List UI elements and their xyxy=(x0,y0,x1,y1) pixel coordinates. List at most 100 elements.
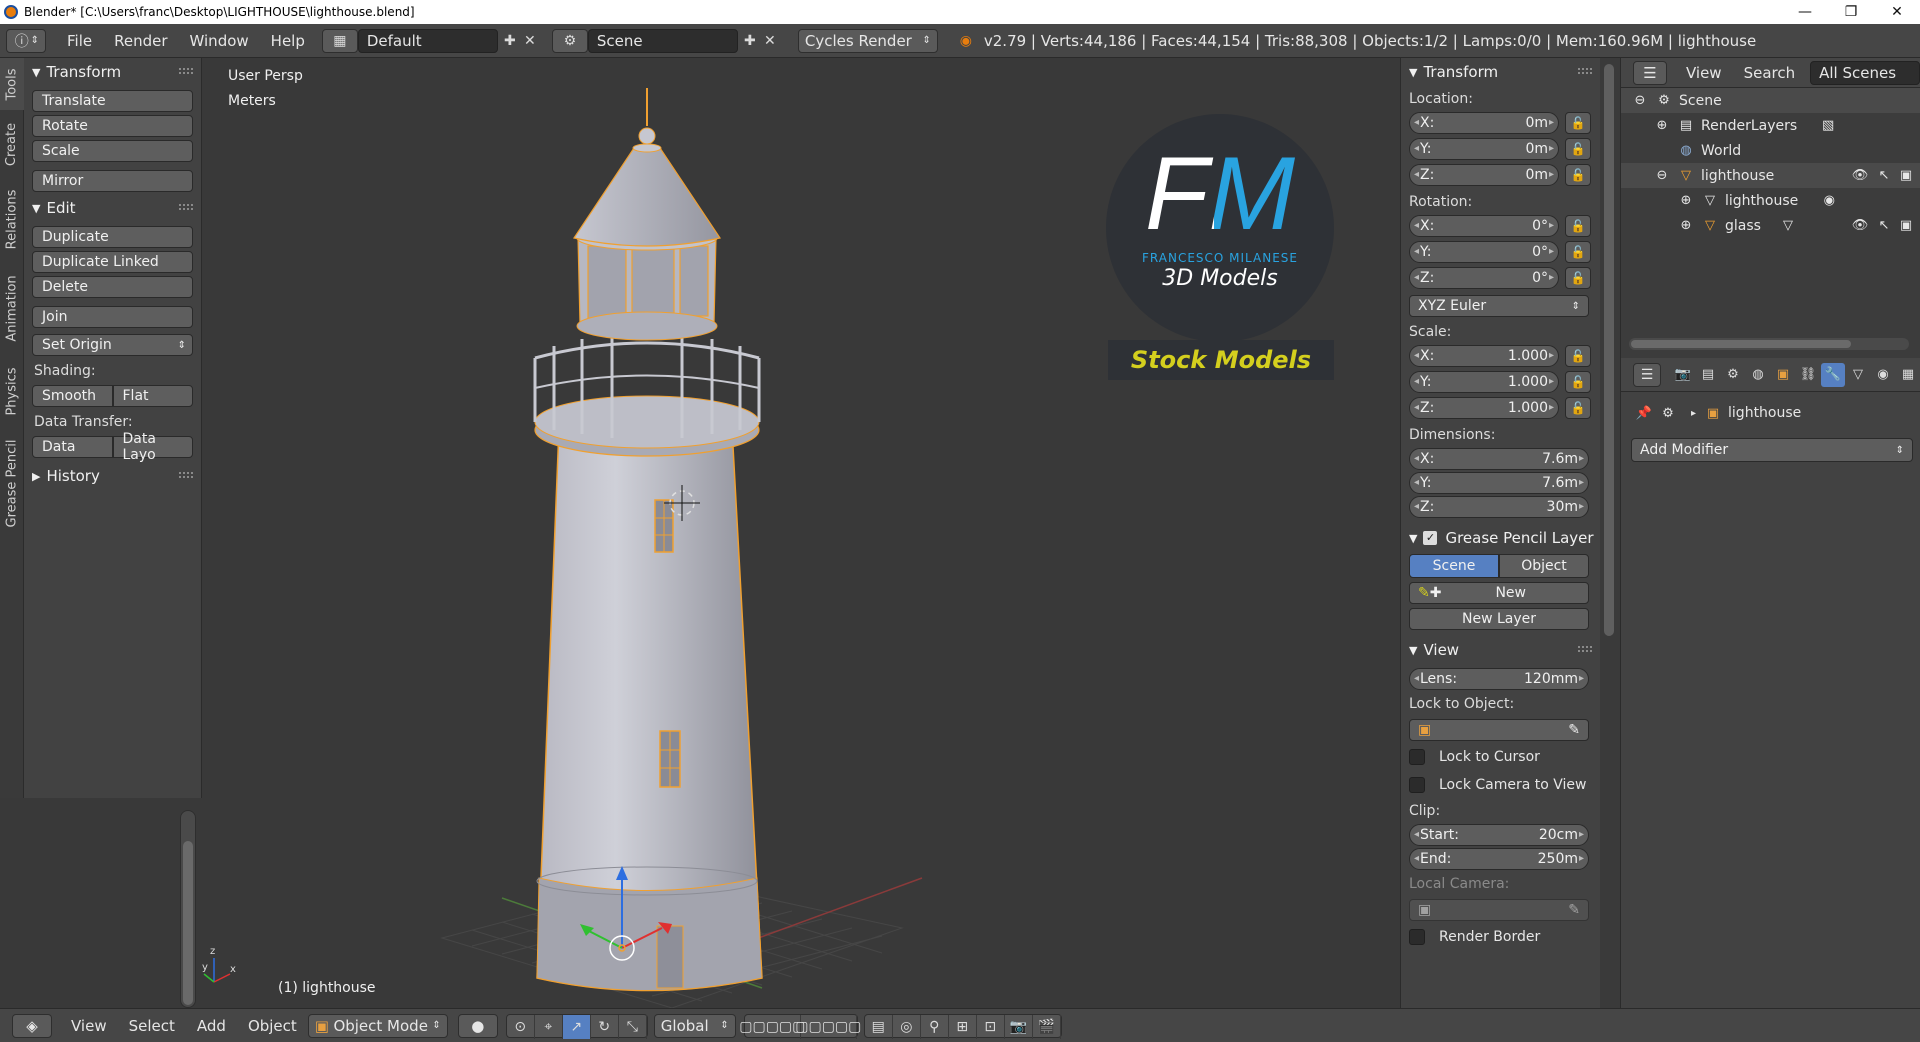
eyedropper-icon[interactable]: ✎ xyxy=(1568,902,1580,918)
screen-layout-browse-button[interactable]: ▦ xyxy=(321,28,358,53)
lock-icon[interactable]: 🔓 xyxy=(1565,215,1591,237)
eyedropper-icon[interactable]: ✎ xyxy=(1568,722,1580,738)
tab-physics[interactable]: Physics xyxy=(0,356,24,426)
outliner-row-lighthouse-object[interactable]: ⊖ ▽ lighthouse 👁 ↖ ▣ xyxy=(1621,163,1920,188)
selectable-cursor-icon[interactable]: ↖ xyxy=(1875,167,1893,185)
clip-start-field[interactable]: ◂ Start: 20cm ▸ xyxy=(1409,824,1589,846)
outliner-row-scene[interactable]: ⊖ ⚙ Scene xyxy=(1621,88,1920,113)
outliner-hscrollbar[interactable] xyxy=(1629,338,1909,350)
constraints-tab-icon[interactable]: ⛓ xyxy=(1796,363,1820,387)
lock-icon[interactable]: 🔓 xyxy=(1565,138,1591,160)
lock-icon[interactable]: 🔓 xyxy=(1565,397,1591,419)
tab-grease-pencil[interactable]: Grease Pencil xyxy=(0,428,24,538)
join-button[interactable]: Join xyxy=(32,306,193,328)
tab-animation[interactable]: Animation xyxy=(0,262,24,354)
layers-row-1-icon[interactable]: ▢▢▢▢▢ xyxy=(739,1014,805,1039)
menu-file[interactable]: File xyxy=(56,32,103,50)
drag-grip-icon[interactable] xyxy=(1578,68,1592,74)
gp-object-toggle[interactable]: Object xyxy=(1499,554,1589,578)
lock-to-object-field[interactable]: ▣ ✎ xyxy=(1409,719,1589,741)
shade-flat-button[interactable]: Flat xyxy=(112,385,193,407)
proportional-edit-icon[interactable]: ◎ xyxy=(893,1014,921,1039)
scale-x-field[interactable]: ◂ X: 1.000 ▸ xyxy=(1409,345,1559,367)
render-layers-tab-icon[interactable]: ▤ xyxy=(1696,363,1720,387)
data-layout-button[interactable]: Data Layo xyxy=(112,431,193,463)
render-border-checkbox[interactable]: Render Border xyxy=(1409,925,1592,949)
opengl-animation-icon[interactable]: 🎬 xyxy=(1033,1014,1061,1039)
modifiers-tab-icon[interactable]: 🔧 xyxy=(1821,362,1845,387)
history-panel-header[interactable]: ▶ History xyxy=(24,464,201,488)
lock-icon[interactable]: 🔓 xyxy=(1565,112,1591,134)
collapse-icon[interactable]: ⊖ xyxy=(1631,92,1649,110)
remove-scene-icon[interactable]: ✕ xyxy=(760,31,780,51)
scene-tab-icon[interactable]: ⚙ xyxy=(1721,363,1745,387)
drag-grip-icon[interactable] xyxy=(179,204,193,210)
snap-target-icon[interactable]: ⊡ xyxy=(977,1014,1005,1039)
location-y-field[interactable]: ◂ Y: 0m ▸ xyxy=(1409,138,1559,160)
remove-layout-icon[interactable]: ✕ xyxy=(520,31,540,51)
snap-toggle-icon[interactable]: ⚲ xyxy=(921,1014,949,1039)
data-tab-icon[interactable]: ▽ xyxy=(1846,363,1870,387)
outliner-row-world[interactable]: ◍ World xyxy=(1621,138,1920,163)
lock-to-cursor-checkbox[interactable]: Lock to Cursor xyxy=(1409,745,1592,769)
texture-tab-icon[interactable]: ▦ xyxy=(1896,363,1920,387)
close-button[interactable]: ✕ xyxy=(1874,0,1920,24)
lock-icon[interactable]: 🔓 xyxy=(1565,241,1591,263)
render-engine-select[interactable]: Cycles Render ⇕ xyxy=(797,28,938,53)
pivot-point-icon[interactable]: ⊙ xyxy=(507,1014,535,1039)
n-transform-header[interactable]: ▼ Transform xyxy=(1401,60,1600,84)
minimize-button[interactable]: — xyxy=(1782,0,1828,24)
edit-panel-header[interactable]: ▼ Edit xyxy=(24,196,201,220)
scale-y-field[interactable]: ◂ Y: 1.000 ▸ xyxy=(1409,371,1559,393)
drag-grip-icon[interactable] xyxy=(179,472,193,478)
sidebar-scrollbar[interactable] xyxy=(1600,58,1620,1008)
render-tab-icon[interactable]: 📷 xyxy=(1671,363,1695,387)
n-view-header[interactable]: ▼ View xyxy=(1401,638,1600,662)
gp-new-button[interactable]: ✎ ✚ New xyxy=(1409,582,1589,604)
lock-layers-icon[interactable]: ▤ xyxy=(865,1014,893,1039)
duplicate-button[interactable]: Duplicate xyxy=(32,226,193,248)
lock-icon[interactable]: 🔓 xyxy=(1565,267,1591,289)
dimension-x-field[interactable]: ◂ X: 7.6m ▸ xyxy=(1409,448,1589,470)
properties-editor-type-button[interactable]: ☰ xyxy=(1633,362,1661,387)
rotation-x-field[interactable]: ◂ X: 0° ▸ xyxy=(1409,215,1559,237)
scrollbar-thumb[interactable] xyxy=(183,841,193,1005)
lock-icon[interactable]: 🔓 xyxy=(1565,164,1591,186)
expand-icon[interactable]: ⊕ xyxy=(1653,117,1671,135)
manipulator-toggle-icon[interactable]: ⌖ xyxy=(535,1014,563,1039)
interaction-mode-select[interactable]: ▣ Object Mode ⇕ xyxy=(307,1013,448,1038)
dimension-y-field[interactable]: ◂ Y: 7.6m ▸ xyxy=(1409,472,1589,494)
add-scene-icon[interactable]: ✚ xyxy=(740,31,760,51)
layers-row-2-icon[interactable]: ▢▢▢▢▢ xyxy=(795,1014,861,1039)
transform-panel-header[interactable]: ▼ Transform xyxy=(24,60,201,84)
outliner-row-renderlayers[interactable]: ⊕ ▤ RenderLayers ▧ xyxy=(1621,113,1920,138)
rotate-manipulator-icon[interactable]: ↻ xyxy=(591,1014,619,1039)
grease-pencil-layer-header[interactable]: ▼ ✓ Grease Pencil Layer xyxy=(1401,526,1600,550)
tool-shelf-scrollbar[interactable] xyxy=(180,810,196,1008)
gp-scene-toggle[interactable]: Scene xyxy=(1409,554,1499,578)
local-camera-field[interactable]: ▣ ✎ xyxy=(1409,899,1589,921)
expand-icon[interactable]: ⊕ xyxy=(1677,217,1695,235)
pin-icon[interactable]: 📌 xyxy=(1635,404,1653,422)
gp-new-layer-button[interactable]: New Layer xyxy=(1409,608,1589,630)
menu-render[interactable]: Render xyxy=(103,32,178,50)
viewport-shading-select[interactable]: ● xyxy=(457,1013,498,1038)
scene-field[interactable]: Scene xyxy=(587,28,738,53)
menu-window[interactable]: Window xyxy=(179,32,260,50)
grease-pencil-checkbox[interactable]: ✓ xyxy=(1423,531,1438,545)
render-camera-icon[interactable]: ▣ xyxy=(1897,217,1915,235)
add-layout-icon[interactable]: ✚ xyxy=(500,31,520,51)
scrollbar-thumb[interactable] xyxy=(1631,340,1851,348)
rotate-button[interactable]: Rotate xyxy=(32,115,193,137)
material-tab-icon[interactable]: ◉ xyxy=(1871,363,1895,387)
outliner-display-mode[interactable]: All Scenes xyxy=(1810,60,1920,85)
scale-button[interactable]: Scale xyxy=(32,140,193,162)
clip-end-field[interactable]: ◂ End: 250m ▸ xyxy=(1409,848,1589,870)
selectable-cursor-icon[interactable]: ↖ xyxy=(1875,217,1893,235)
3d-editor-type-button[interactable]: ◈ xyxy=(12,1013,52,1038)
duplicate-linked-button[interactable]: Duplicate Linked xyxy=(32,251,193,273)
delete-button[interactable]: Delete xyxy=(32,276,193,298)
transform-orientation-select[interactable]: Global ⇕ xyxy=(653,1013,736,1038)
tab-relations[interactable]: Relations xyxy=(0,178,24,260)
outliner-row-lighthouse-mesh[interactable]: ⊕ ▽ lighthouse ◉ xyxy=(1621,188,1920,213)
